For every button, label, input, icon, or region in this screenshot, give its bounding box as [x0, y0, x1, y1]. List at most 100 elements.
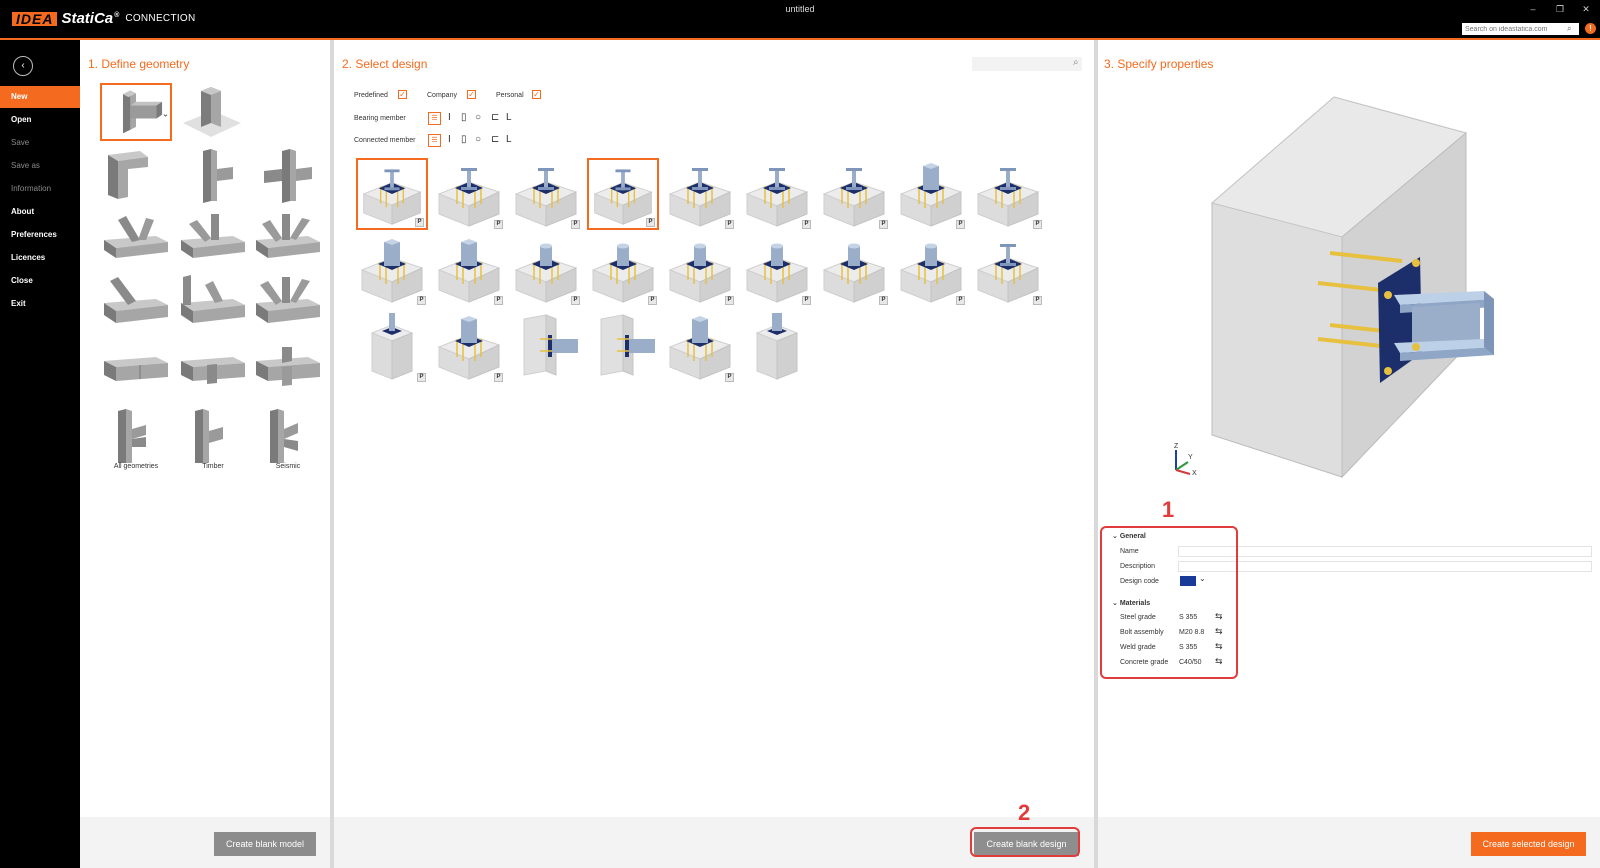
- filter-predefined-checkbox[interactable]: ✓: [398, 90, 407, 99]
- design-search-input[interactable]: [972, 57, 1082, 71]
- filter-personal-checkbox[interactable]: ✓: [532, 90, 541, 99]
- sidebar-item-close[interactable]: Close: [0, 270, 80, 292]
- design-tile[interactable]: P: [741, 234, 813, 306]
- window-title: untitled: [785, 4, 815, 14]
- design-tile[interactable]: P: [510, 234, 582, 306]
- minimize-button[interactable]: –: [1524, 3, 1542, 15]
- axis-indicator: [1175, 450, 1191, 475]
- design-tile[interactable]: [510, 311, 582, 383]
- predefined-badge: P: [494, 373, 503, 382]
- logo-brand: IDEA: [12, 11, 58, 26]
- geometry-all[interactable]: [100, 407, 172, 465]
- bearing-rhs-icon[interactable]: ▯: [461, 112, 467, 124]
- annotation-box-2: [970, 827, 1080, 857]
- design-tile[interactable]: P: [433, 311, 505, 383]
- geometry-beam-on-beam[interactable]: [177, 337, 249, 395]
- web-search-input[interactable]: [1462, 23, 1579, 35]
- geometry-truss-kt[interactable]: [252, 210, 324, 268]
- design-tile[interactable]: P: [741, 158, 813, 230]
- properties-footer: Create selected design: [1098, 817, 1600, 868]
- design-tile[interactable]: P: [664, 158, 736, 230]
- connected-channel-icon[interactable]: ⊏: [491, 134, 499, 146]
- geometry-base-plate[interactable]: [177, 83, 249, 141]
- design-tile[interactable]: P: [356, 311, 428, 383]
- geometry-beam-brace[interactable]: [100, 273, 172, 331]
- sidebar-item-information[interactable]: Information: [0, 178, 80, 200]
- connected-member-label: Connected member: [354, 137, 416, 144]
- bearing-i-section-icon[interactable]: I: [448, 112, 451, 124]
- design-tile[interactable]: P: [664, 234, 736, 306]
- bearing-chs-icon[interactable]: ○: [475, 112, 481, 124]
- geometry-timber-label: Timber: [202, 463, 224, 470]
- restore-button[interactable]: ❐: [1551, 3, 1569, 15]
- design-tile[interactable]: P: [818, 234, 890, 306]
- search-icon[interactable]: ⌕: [1073, 57, 1079, 68]
- design-tile[interactable]: P: [510, 158, 582, 230]
- design-tile[interactable]: P: [356, 158, 428, 230]
- design-tile[interactable]: [587, 311, 659, 383]
- sidebar-item-save-as[interactable]: Save as: [0, 155, 80, 177]
- predefined-badge: P: [494, 220, 503, 229]
- back-arrow-icon[interactable]: ‹: [13, 56, 33, 76]
- filter-company-label: Company: [427, 92, 457, 99]
- predefined-badge: P: [417, 373, 426, 382]
- name-field[interactable]: [1178, 546, 1592, 557]
- design-tile[interactable]: P: [433, 158, 505, 230]
- design-tile[interactable]: P: [972, 234, 1044, 306]
- design-tile[interactable]: [741, 311, 813, 383]
- filter-personal-label: Personal: [496, 92, 524, 99]
- create-selected-design-button[interactable]: Create selected design: [1471, 832, 1586, 856]
- design-tile[interactable]: P: [587, 158, 659, 230]
- connected-rhs-icon[interactable]: ▯: [461, 134, 467, 146]
- geometry-beam-cross[interactable]: [252, 337, 324, 395]
- sidebar-item-new[interactable]: New: [0, 86, 80, 108]
- geometry-beam-column-brace[interactable]: [177, 273, 249, 331]
- filter-company-checkbox[interactable]: ✓: [467, 90, 476, 99]
- geometry-column-base[interactable]: ⌄: [100, 83, 172, 141]
- geometry-seismic[interactable]: [252, 407, 324, 465]
- search-icon[interactable]: ⌕: [1567, 24, 1577, 34]
- geometry-timber[interactable]: [177, 407, 249, 465]
- bearing-channel-icon[interactable]: ⊏: [491, 112, 499, 124]
- design-tile[interactable]: P: [356, 234, 428, 306]
- predefined-badge: P: [417, 296, 426, 305]
- sidebar-item-open[interactable]: Open: [0, 109, 80, 131]
- design-tile[interactable]: P: [433, 234, 505, 306]
- logo-product-name: StatiCa®: [61, 10, 120, 27]
- predefined-badge: P: [571, 220, 580, 229]
- predefined-badge: P: [646, 218, 655, 227]
- connected-i-section-icon[interactable]: I: [448, 134, 451, 146]
- geometry-truss-k[interactable]: [177, 210, 249, 268]
- connected-list-icon[interactable]: ☰: [428, 134, 441, 147]
- description-field[interactable]: [1178, 561, 1592, 572]
- predefined-badge: P: [725, 296, 734, 305]
- sidebar-item-exit[interactable]: Exit: [0, 293, 80, 315]
- geometry-t-joint[interactable]: [177, 147, 249, 205]
- bearing-angle-icon[interactable]: L: [506, 112, 512, 124]
- create-blank-model-button[interactable]: Create blank model: [214, 832, 316, 856]
- sidebar-item-about[interactable]: About: [0, 201, 80, 223]
- connected-chs-icon[interactable]: ○: [475, 134, 481, 146]
- design-tile[interactable]: P: [664, 311, 736, 383]
- sidebar-item-preferences[interactable]: Preferences: [0, 224, 80, 246]
- predefined-badge: P: [802, 296, 811, 305]
- geometry-truss-v[interactable]: [100, 210, 172, 268]
- geometry-corner[interactable]: [100, 147, 172, 205]
- bearing-list-icon[interactable]: ☰: [428, 112, 441, 125]
- sidebar-item-save[interactable]: Save: [0, 132, 80, 154]
- design-tile[interactable]: P: [818, 158, 890, 230]
- close-window-button[interactable]: ✕: [1577, 3, 1595, 15]
- design-tile[interactable]: P: [972, 158, 1044, 230]
- design-tile[interactable]: P: [895, 234, 967, 306]
- notification-icon[interactable]: !: [1585, 23, 1596, 34]
- annotation-number-2: 2: [1018, 800, 1031, 825]
- predefined-badge: P: [494, 296, 503, 305]
- design-tile[interactable]: P: [587, 234, 659, 306]
- design-tile[interactable]: P: [895, 158, 967, 230]
- geometry-beam-multi-brace[interactable]: [252, 273, 324, 331]
- sidebar-item-licences[interactable]: Licences: [0, 247, 80, 269]
- geometry-cross[interactable]: [252, 147, 324, 205]
- geometry-splice[interactable]: [100, 337, 172, 395]
- connected-angle-icon[interactable]: L: [506, 134, 512, 146]
- predefined-badge: P: [879, 296, 888, 305]
